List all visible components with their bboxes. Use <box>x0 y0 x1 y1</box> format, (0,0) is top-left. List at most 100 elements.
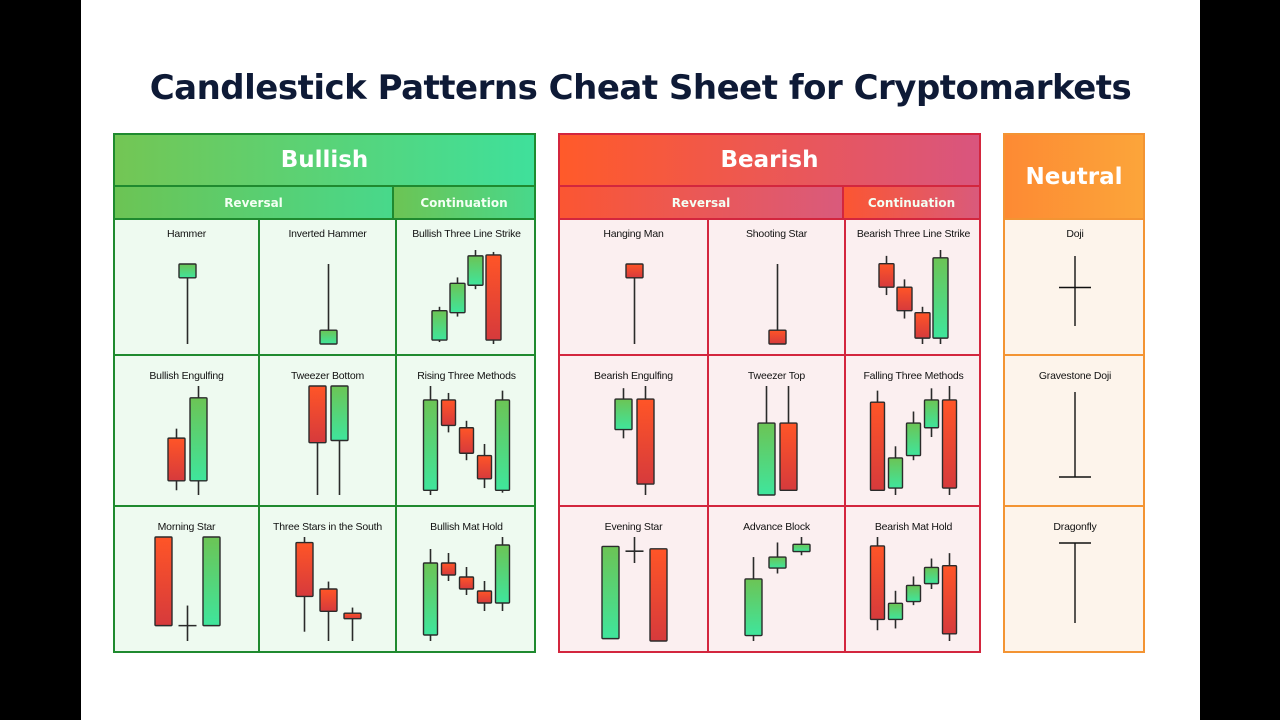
candle-bullish <box>792 537 811 556</box>
candle-body <box>202 536 221 627</box>
pattern-cell-inverted-hammer: Inverted Hammer <box>260 220 397 356</box>
pattern-cell-falling-three-methods: Falling Three Methods <box>846 356 981 507</box>
candle-bullish <box>422 386 439 495</box>
candle-bearish <box>154 536 173 627</box>
candle-bearish <box>343 607 362 641</box>
pattern-diagram-tweezer-bottom <box>308 385 349 495</box>
candle-body <box>896 286 913 312</box>
pattern-cell-shooting-star: Shooting Star <box>709 220 846 356</box>
pattern-cell-bearish-mat-hold: Bearish Mat Hold <box>846 507 981 653</box>
candle-bearish <box>649 548 668 642</box>
candle-body <box>178 263 197 279</box>
candle-body <box>941 399 958 489</box>
candle-bullish <box>178 605 197 641</box>
candle-bullish <box>768 542 787 574</box>
candle-body <box>330 385 349 442</box>
candle-bullish <box>449 277 466 317</box>
candle-bullish <box>923 558 940 589</box>
bullish-panel: Bullish Reversal Continuation Hammer Inve… <box>113 133 536 653</box>
candle-body <box>189 397 208 482</box>
candle-bullish <box>887 446 904 495</box>
candle-body <box>458 427 475 454</box>
pattern-cell-bullish-mat-hold: Bullish Mat Hold <box>397 507 536 653</box>
pattern-diagram-falling-three-methods <box>869 386 958 495</box>
candle-body <box>319 588 338 612</box>
candle-body <box>601 545 620 640</box>
candle-body <box>319 329 338 345</box>
doji-t <box>1059 542 1091 623</box>
candle-bullish <box>601 545 620 640</box>
pattern-diagram-evening-star <box>601 537 668 642</box>
candle-body <box>768 329 787 345</box>
candle-bearish <box>308 385 327 495</box>
pattern-diagram-doji <box>1059 256 1091 326</box>
candle-bullish <box>202 536 221 627</box>
candle-bullish <box>887 590 904 629</box>
candle-bullish <box>932 250 949 344</box>
candle-body <box>932 257 949 339</box>
candle-bullish <box>178 263 197 344</box>
candle-bearish <box>869 390 886 492</box>
candle-body <box>768 556 787 569</box>
candle-body <box>941 564 958 635</box>
pattern-cell-bullish-engulfing: Bullish Engulfing <box>115 356 260 507</box>
candle-body <box>914 311 931 339</box>
pattern-cell-bearish-engulfing: Bearish Engulfing <box>560 356 709 507</box>
candle-bullish <box>431 306 448 343</box>
candle-bearish <box>476 443 493 489</box>
pattern-cell-tweezer-top: Tweezer Top <box>709 356 846 507</box>
pattern-diagram-bullish-mat-hold <box>422 537 511 641</box>
candle-body <box>887 602 904 621</box>
candle-body <box>467 255 484 286</box>
candle-bullish <box>905 576 922 606</box>
doji-cross <box>1059 256 1091 326</box>
pattern-diagram-bullish-engulfing <box>167 386 208 495</box>
pattern-cell-three-stars-in-the-south: Three Stars in the South <box>260 507 397 653</box>
candle-bullish <box>422 549 439 641</box>
candle-bearish <box>476 581 493 611</box>
candle-body <box>614 398 633 431</box>
bearish-header: Bearish <box>560 135 979 187</box>
candle-bearish <box>458 420 475 461</box>
candle-bullish <box>905 411 922 461</box>
candle-bullish <box>614 388 633 439</box>
cheat-sheet-page: Candlestick Patterns Cheat Sheet for Cry… <box>81 0 1200 720</box>
candle-bearish <box>896 279 913 319</box>
candle-bearish <box>941 553 958 641</box>
candle-bearish <box>941 386 958 495</box>
pattern-cell-advance-block: Advance Block <box>709 507 846 653</box>
bullish-reversal-subheader: Reversal <box>115 187 394 220</box>
candle-bearish <box>458 567 475 595</box>
candle-body <box>905 422 922 457</box>
bearish-panel: Bearish Reversal Continuation Hanging Ma… <box>558 133 981 653</box>
pattern-cell-gravestone-doji: Gravestone Doji <box>1005 356 1145 507</box>
candle-bullish <box>330 385 349 495</box>
candle-body <box>440 399 457 427</box>
candle-body <box>449 282 466 314</box>
candle-body <box>308 385 327 444</box>
pattern-diagram-dragonfly <box>1059 542 1091 623</box>
pattern-diagram-shooting-star <box>768 264 787 345</box>
candle-bearish <box>869 537 886 631</box>
candle-bullish <box>757 386 776 496</box>
pattern-cell-tweezer-bottom: Tweezer Bottom <box>260 356 397 507</box>
candle-body <box>485 254 502 341</box>
candle-bearish <box>319 581 338 641</box>
candle-bullish <box>467 250 484 290</box>
candle-body <box>905 584 922 603</box>
page-title: Candlestick Patterns Cheat Sheet for Cry… <box>149 68 1132 108</box>
candle-body <box>494 399 511 492</box>
pattern-diagram-bearish-three-line-strike <box>878 250 949 344</box>
pattern-diagram-hanging-man <box>625 263 644 344</box>
pattern-cell-bullish-three-line-strike: Bullish Three Line Strike <box>397 220 536 356</box>
candle-body <box>422 399 439 492</box>
candle-body <box>887 457 904 489</box>
candle-body <box>167 437 186 482</box>
pattern-cell-hanging-man: Hanging Man <box>560 220 709 356</box>
candle-bullish <box>494 537 511 611</box>
pattern-diagram-bullish-three-line-strike <box>431 250 502 344</box>
pattern-cell-dragonfly: Dragonfly <box>1005 507 1145 653</box>
candle-body <box>343 612 362 620</box>
candle-body <box>869 401 886 492</box>
candle-bearish <box>440 553 457 581</box>
